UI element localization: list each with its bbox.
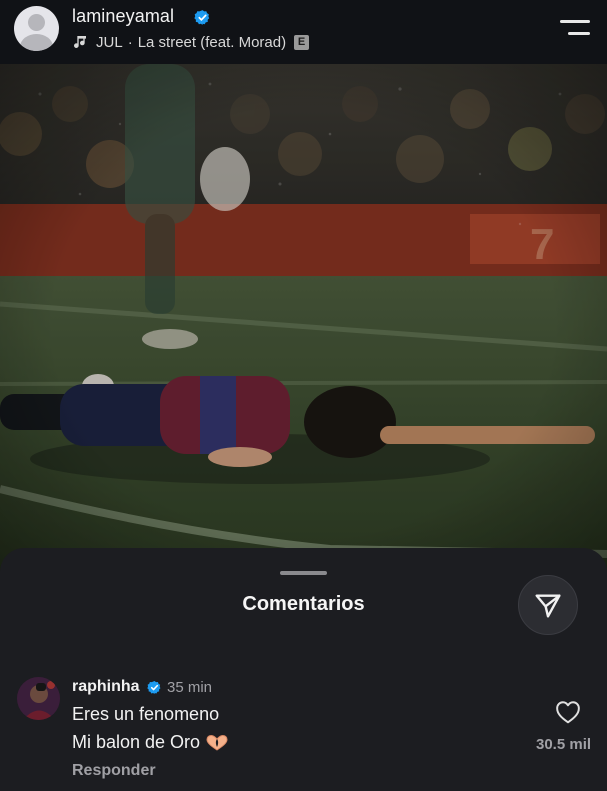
story-viewer: lamineyamal JUL · La street (feat. Morad… — [0, 0, 607, 791]
username[interactable]: lamineyamal — [72, 6, 174, 27]
heart-icon[interactable] — [555, 700, 581, 724]
comment-text-line1: Eres un fenomeno — [72, 704, 220, 724]
menu-icon[interactable] — [560, 18, 592, 38]
comments-sheet: Comentarios raphinha 35 min Eres un feno… — [0, 548, 607, 791]
verified-badge-icon — [194, 10, 210, 25]
music-info[interactable]: JUL · La street (feat. Morad) E — [72, 32, 310, 52]
comment-item: raphinha 35 min Eres un fenomeno Mi balo… — [0, 668, 607, 788]
reply-button[interactable]: Responder — [72, 762, 156, 780]
music-separator: · — [127, 33, 133, 51]
verified-badge-icon — [147, 680, 161, 695]
music-note-icon — [74, 36, 86, 48]
default-avatar-icon — [28, 14, 45, 31]
story-header: lamineyamal JUL · La street (feat. Morad… — [0, 0, 607, 64]
commenter-avatar[interactable] — [17, 677, 60, 720]
comment-timestamp: 35 min — [167, 679, 213, 696]
sheet-drag-handle[interactable] — [280, 571, 327, 575]
profile-avatar[interactable] — [14, 6, 59, 51]
explicit-badge: E — [294, 34, 310, 50]
heart-hands-icon — [206, 734, 228, 751]
like-count: 30.5 mil — [536, 736, 592, 753]
comment-text-line2: Mi balon de Oro — [72, 732, 228, 753]
player-lying-on-pitch-image: 7 — [0, 64, 607, 584]
music-title: La street (feat. Morad) — [137, 33, 287, 51]
send-icon — [535, 594, 561, 618]
share-button[interactable] — [518, 575, 578, 635]
music-artist: JUL — [96, 33, 123, 51]
comment-text-line2-label: Mi balon de Oro — [72, 732, 201, 752]
comment-author[interactable]: raphinha — [72, 678, 140, 696]
comments-title: Comentarios — [242, 593, 365, 615]
